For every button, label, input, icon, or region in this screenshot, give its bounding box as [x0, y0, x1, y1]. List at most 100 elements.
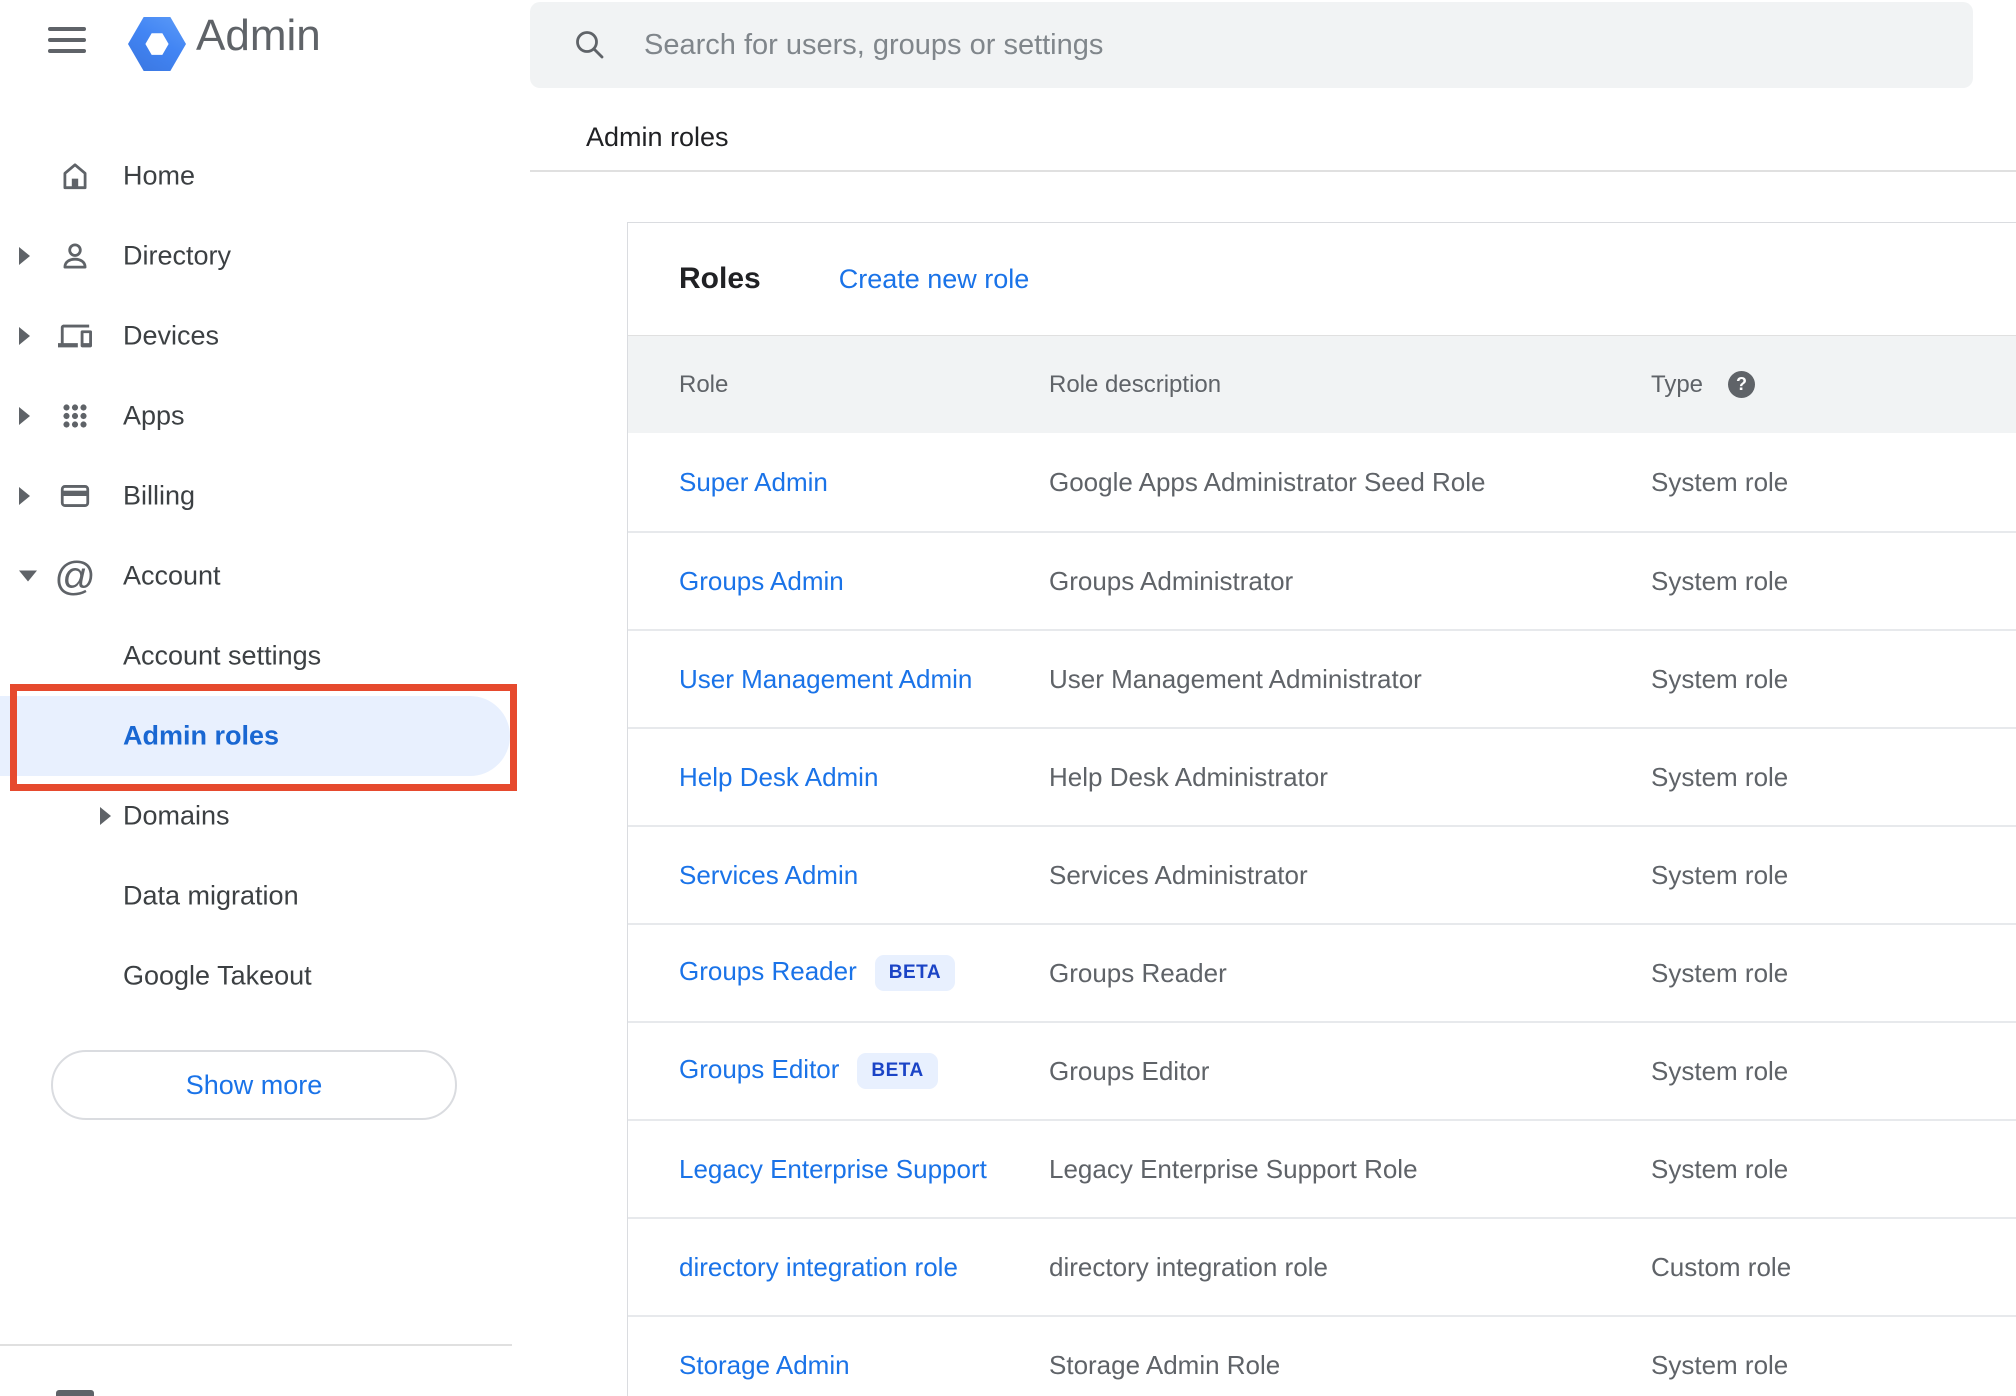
table-row: User Management Admin User Management Adm…	[628, 629, 2016, 727]
apps-icon	[57, 398, 93, 434]
roles-title: Roles	[679, 262, 761, 295]
sidebar-item-google-takeout[interactable]: Google Takeout	[0, 936, 530, 1016]
role-link[interactable]: Groups Reader	[679, 956, 857, 986]
role-link[interactable]: Legacy Enterprise Support	[679, 1154, 987, 1184]
home-icon	[57, 158, 93, 194]
breadcrumb: Admin roles	[586, 122, 729, 152]
role-link[interactable]: Groups Editor	[679, 1054, 839, 1084]
chevron-down-icon[interactable]	[19, 570, 37, 582]
table-row: Legacy Enterprise Support Legacy Enterpri…	[628, 1119, 2016, 1217]
table-row: Groups Editor BETA Groups Editor System rol…	[628, 1021, 2016, 1119]
column-header-role-description: Role description	[1049, 370, 1222, 398]
role-cell: Services Admin	[679, 860, 1049, 891]
hamburger-menu-icon[interactable]	[48, 27, 86, 53]
search-icon	[576, 31, 604, 59]
table-row: Groups Admin Groups Administrator System r…	[628, 531, 2016, 629]
chevron-right-icon[interactable]	[19, 407, 30, 425]
beta-badge: BETA	[874, 955, 956, 991]
app-title: Admin	[196, 11, 321, 60]
role-link[interactable]: Services Admin	[679, 860, 858, 890]
admin-console-page: Admin Admin roles Home Directory Devices Ap…	[0, 0, 2016, 1396]
sidebar-item-home[interactable]: Home	[0, 136, 530, 216]
role-cell: User Management Admin	[679, 664, 1049, 695]
role-description: Services Administrator	[1049, 859, 1308, 890]
chevron-right-icon[interactable]	[19, 327, 30, 345]
sidebar-item-label: Google Takeout	[123, 960, 312, 991]
role-type: System role	[1651, 663, 1789, 694]
sidebar-item-account[interactable]: @ Account	[0, 536, 530, 616]
role-description: Groups Administrator	[1049, 565, 1294, 596]
sidebar-item-directory[interactable]: Directory	[0, 216, 530, 296]
sidebar-item-label: Directory	[123, 240, 232, 271]
search-bar[interactable]	[530, 2, 1973, 88]
role-link[interactable]: Super Admin	[679, 467, 828, 497]
devices-icon	[57, 318, 93, 354]
sidebar-item-billing[interactable]: Billing	[0, 456, 530, 536]
sidebar-item-label: Account settings	[123, 640, 322, 671]
sidebar-item-account-settings[interactable]: Account settings	[0, 616, 530, 696]
sidebar-item-label: Apps	[123, 400, 185, 431]
person-icon	[57, 238, 93, 274]
role-description: User Management Administrator	[1049, 663, 1422, 694]
table-row: Help Desk Admin Help Desk Administrator Sy…	[628, 727, 2016, 825]
sidebar-item-devices[interactable]: Devices	[0, 296, 530, 376]
partial-bottom-icon	[56, 1390, 94, 1396]
chevron-right-icon[interactable]	[19, 487, 30, 505]
sidebar-nav: Home Directory Devices Apps Billing @ Account A…	[0, 136, 530, 1016]
role-cell: Groups Editor BETA	[679, 1053, 1049, 1089]
column-header-role: Role	[679, 370, 729, 398]
table-row: Super Admin Google Apps Administrator See…	[628, 433, 2016, 531]
sidebar-item-label: Domains	[123, 800, 230, 831]
role-link[interactable]: Help Desk Admin	[679, 762, 878, 792]
role-description: Groups Editor	[1049, 1055, 1210, 1086]
role-description: Help Desk Administrator	[1049, 761, 1328, 792]
role-cell: Super Admin	[679, 467, 1049, 498]
role-type: System role	[1651, 466, 1789, 497]
header-divider	[530, 170, 2016, 172]
role-type: Custom role	[1651, 1251, 1792, 1282]
roles-card-header: Roles Create new role	[628, 223, 2016, 335]
at-icon: @	[54, 553, 96, 599]
role-link[interactable]: directory integration role	[679, 1252, 958, 1282]
sidebar-item-admin-roles[interactable]: Admin roles	[0, 696, 510, 776]
sidebar-item-domains[interactable]: Domains	[0, 776, 530, 856]
column-header-type: Type ?	[1651, 371, 2016, 399]
role-type: System role	[1651, 761, 1789, 792]
chevron-right-icon[interactable]	[19, 247, 30, 265]
sidebar-divider	[0, 1344, 512, 1346]
role-link[interactable]: Groups Admin	[679, 566, 844, 596]
roles-card: Roles Create new role Role Role descript…	[627, 222, 2016, 1396]
sidebar-item-label: Account	[123, 560, 221, 591]
sidebar-item-data-migration[interactable]: Data migration	[0, 856, 530, 936]
sidebar-item-label: Devices	[123, 320, 220, 351]
chevron-right-icon[interactable]	[100, 807, 111, 825]
role-cell: directory integration role	[679, 1252, 1049, 1283]
search-input[interactable]	[642, 27, 1943, 63]
role-description: Legacy Enterprise Support Role	[1049, 1153, 1418, 1184]
show-more-button[interactable]: Show more	[51, 1050, 457, 1120]
sidebar-item-label: Billing	[123, 480, 196, 511]
role-type: System role	[1651, 565, 1789, 596]
role-description: directory integration role	[1049, 1251, 1328, 1282]
roles-table-body: Super Admin Google Apps Administrator See…	[628, 433, 2016, 1396]
role-type: System role	[1651, 957, 1789, 988]
roles-table-header: Role Role description Type ?	[628, 335, 2016, 433]
role-type: System role	[1651, 1153, 1789, 1184]
sidebar-item-label: Admin roles	[123, 720, 280, 751]
role-cell: Groups Admin	[679, 566, 1049, 597]
table-row: Groups Reader BETA Groups Reader System rol…	[628, 923, 2016, 1021]
role-cell: Storage Admin	[679, 1350, 1049, 1381]
sidebar-item-apps[interactable]: Apps	[0, 376, 530, 456]
role-cell: Help Desk Admin	[679, 762, 1049, 793]
table-row: Services Admin Services Administrator Syst…	[628, 825, 2016, 923]
sidebar-item-label: Home	[123, 160, 196, 191]
sidebar-item-label: Data migration	[123, 880, 299, 911]
role-link[interactable]: User Management Admin	[679, 664, 972, 694]
card-icon	[57, 478, 93, 514]
google-admin-logo-icon	[128, 17, 186, 71]
role-cell: Legacy Enterprise Support	[679, 1154, 1049, 1185]
help-icon[interactable]: ?	[1728, 371, 1756, 398]
beta-badge: BETA	[857, 1053, 938, 1089]
role-link[interactable]: Storage Admin	[679, 1350, 850, 1380]
create-new-role-link[interactable]: Create new role	[839, 264, 1030, 295]
